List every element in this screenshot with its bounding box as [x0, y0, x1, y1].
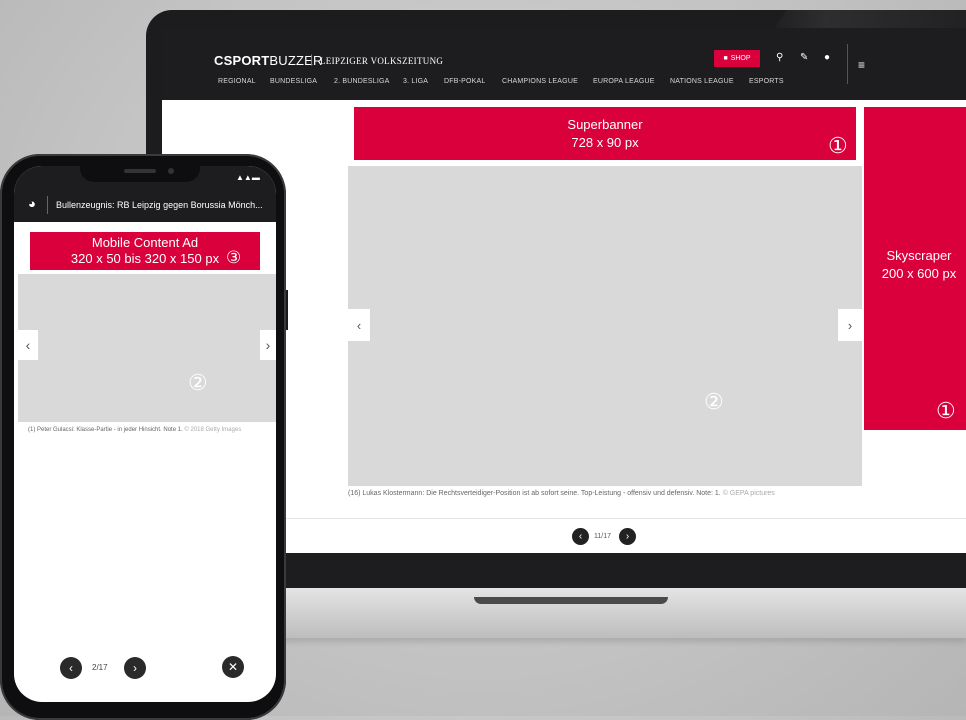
logo-mark-icon: C [214, 53, 224, 68]
nav-item-3-liga[interactable]: 3. LIGA [403, 78, 428, 85]
chevron-left-icon: ‹ [25, 337, 31, 353]
chevron-left-icon: ‹ [578, 531, 583, 542]
superbanner-size: 728 x 90 px [571, 135, 639, 150]
mobile-close-button[interactable]: ✕ [222, 656, 244, 678]
shirt-icon: ■ [723, 55, 728, 62]
sportbuzzer-logo-icon[interactable]: ◕ [28, 196, 36, 211]
brand-separator: | [310, 52, 314, 66]
gallery-prev-button[interactable]: ‹ [348, 309, 370, 341]
phone-notch [80, 162, 200, 182]
user-icon[interactable]: ● [824, 52, 830, 63]
nav-item-bundesliga[interactable]: BUNDESLIGA [270, 78, 317, 85]
shop-button[interactable]: ■ SHOP [714, 50, 760, 67]
mobile-pager-next-button[interactable]: › [124, 657, 146, 679]
mobile-gallery-image-area: ‹ › ② [18, 274, 276, 422]
nav-item-dfb-pokal[interactable]: DFB-POKAL [444, 78, 485, 85]
mobile-header: ◕ Bullenzeugnis: RB Leipzig gegen Boruss… [14, 188, 276, 222]
mobile-gallery-next-button[interactable]: › [260, 330, 276, 360]
search-icon[interactable]: ⚲ [776, 52, 783, 63]
superbanner-title: Superbanner [567, 117, 643, 132]
superbanner-ad: Superbanner 728 x 90 px ① [354, 107, 856, 160]
chevron-left-icon: ‹ [356, 317, 362, 333]
chevron-right-icon: › [265, 337, 271, 353]
header-divider [847, 44, 848, 84]
skyscraper-size: 200 x 600 px [881, 266, 957, 281]
partner-logo[interactable]: LEIPZIGER VOLKSZEITUNG [320, 56, 443, 66]
article-title: Bullenzeugnis: RB Leipzig gegen Borussia… [56, 200, 263, 210]
gallery-next-button[interactable]: › [838, 309, 862, 341]
phone-camera [168, 168, 174, 174]
menu-icon[interactable]: ≡ [858, 58, 865, 72]
mobile-pager-count: 2/17 [92, 663, 108, 672]
pager-count: 11/17 [594, 533, 611, 540]
close-icon: ✕ [227, 660, 239, 674]
mobile-pager-prev-button[interactable]: ‹ [60, 657, 82, 679]
mobile-gallery-prev-button[interactable]: ‹ [18, 330, 38, 360]
gallery-marker: ② [704, 389, 724, 414]
mobile-screen: ▲▲▬ ◕ Bullenzeugnis: RB Leipzig gegen Bo… [14, 166, 276, 702]
laptop-hinge-notch [474, 597, 668, 604]
chevron-right-icon: › [133, 661, 137, 675]
header-divider [47, 196, 48, 214]
mobile-gallery-credit: © 2018 Getty Images [184, 427, 242, 433]
pencil-icon[interactable]: ✎ [800, 52, 808, 63]
gallery-image-area: ‹ › ② [348, 166, 862, 486]
skyscraper-title: Skyscraper [886, 248, 952, 263]
nav-item-regional[interactable]: REGIONAL [218, 78, 256, 85]
skyscraper-ad: Skyscraper 200 x 600 px ① [864, 107, 966, 430]
gallery-caption: (16) Lukas Klostermann: Die Rechtsvertei… [348, 490, 775, 497]
mobile-gallery-caption: (1) Peter Gulacsi: Klasse-Partie - in je… [28, 427, 242, 433]
pager-next-button[interactable]: › [619, 528, 636, 545]
nav-item-nations-league[interactable]: NATIONS LEAGUE [670, 78, 734, 85]
nav-item-esports[interactable]: ESPORTS [749, 78, 784, 85]
pager-prev-button[interactable]: ‹ [572, 528, 589, 545]
mobile-content-ad-marker: ③ [226, 248, 242, 267]
site-header: CSPORTBUZZER | LEIPZIGER VOLKSZEITUNG RE… [162, 28, 966, 100]
nav-item-europa-league[interactable]: EUROPA LEAGUE [593, 78, 655, 85]
sportbuzzer-logo[interactable]: CSPORTBUZZER [214, 53, 323, 68]
phone-speaker [124, 169, 156, 173]
chevron-right-icon: › [625, 531, 630, 542]
signal-wifi-battery-icon: ▲▲▬ [236, 173, 260, 182]
nav-item-champions-league[interactable]: CHAMPIONS LEAGUE [502, 78, 578, 85]
gallery-credit: © GEPA pictures [722, 490, 775, 497]
nav-item-2-bundesliga[interactable]: 2. BUNDESLIGA [334, 78, 390, 85]
mobile-content-ad: Mobile Content Ad 320 x 50 bis 320 x 150… [30, 232, 260, 270]
chevron-left-icon: ‹ [69, 661, 73, 675]
skyscraper-marker: ① [936, 398, 956, 423]
mobile-gallery-marker: ② [188, 370, 208, 395]
superbanner-marker: ① [828, 133, 848, 158]
chevron-right-icon: › [847, 317, 853, 333]
